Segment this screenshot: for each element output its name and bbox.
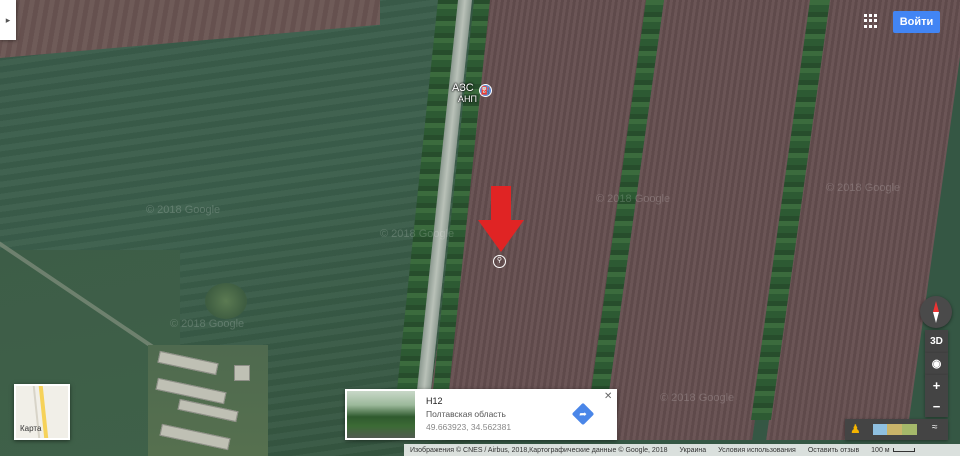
zoom-out-button[interactable]: −: [925, 396, 948, 417]
imagery-credit: Изображения © CNES / Airbus, 2018,Картог…: [410, 446, 668, 454]
compass-north: [933, 301, 939, 312]
building: [177, 398, 239, 423]
signin-button[interactable]: Войти: [893, 11, 940, 33]
place-pin-icon[interactable]: ⚲: [493, 255, 506, 268]
tilt-3d-button[interactable]: 3D: [925, 330, 948, 353]
farm-buildings: [148, 345, 268, 456]
place-region: Полтавская область: [426, 409, 506, 419]
scale-label: 100 м: [871, 446, 890, 454]
feedback-link[interactable]: Оставить отзыв: [802, 447, 865, 454]
map-footer: Изображения © CNES / Airbus, 2018,Картог…: [404, 444, 960, 456]
scale-control[interactable]: 100 м: [865, 447, 920, 454]
compass-icon[interactable]: [920, 296, 952, 328]
close-icon[interactable]: ✕: [604, 391, 612, 402]
expand-panel-icon: ▸: [5, 14, 11, 25]
place-title: H12: [426, 396, 443, 406]
my-location-icon[interactable]: ◉: [925, 353, 948, 376]
watermark: © 2018 Google: [826, 182, 901, 194]
watermark: © 2018 Google: [596, 193, 671, 205]
terms-link[interactable]: Условия использования: [712, 447, 802, 454]
watermark: © 2018 Google: [380, 228, 455, 240]
scale-bar: [892, 448, 915, 452]
watermark: © 2018 Google: [146, 204, 221, 216]
building: [157, 350, 219, 376]
tree-clump: [205, 283, 247, 319]
zoom-controls: + −: [925, 375, 948, 417]
apps-grid-icon[interactable]: [864, 14, 878, 28]
directions-glyph: ➦: [579, 409, 587, 419]
minimap-label: Карта: [20, 424, 42, 433]
compass-south: [933, 312, 939, 323]
building: [159, 423, 231, 451]
fuel-station-icon[interactable]: ⛽: [479, 84, 492, 97]
watermark: © 2018 Google: [660, 392, 735, 404]
red-arrow-icon: [478, 186, 524, 252]
poi-subname: АНП: [458, 94, 477, 104]
imagery-thumbnails[interactable]: [873, 424, 917, 435]
poi-label[interactable]: АЗС АНП: [452, 83, 477, 105]
place-coordinates: 49.663923, 34.562381: [426, 422, 512, 432]
country-label: Украина: [679, 446, 707, 454]
poi-name: АЗС: [452, 82, 474, 94]
building: [155, 377, 227, 405]
directions-icon[interactable]: ➦: [571, 402, 595, 426]
zoom-in-button[interactable]: +: [925, 375, 948, 396]
street-view-thumbnail[interactable]: [347, 391, 415, 438]
map-view-toggle[interactable]: Карта: [14, 384, 70, 440]
place-info-card[interactable]: H12 Полтавская область 49.663923, 34.562…: [345, 389, 617, 440]
expand-layers-icon[interactable]: ≈: [932, 422, 938, 433]
pegman-icon[interactable]: ♟: [850, 422, 861, 436]
side-panel-toggle[interactable]: ▸: [0, 0, 16, 40]
layer-bar[interactable]: ♟ ≈: [845, 419, 948, 440]
watermark: © 2018 Google: [170, 318, 245, 330]
building: [234, 365, 250, 381]
